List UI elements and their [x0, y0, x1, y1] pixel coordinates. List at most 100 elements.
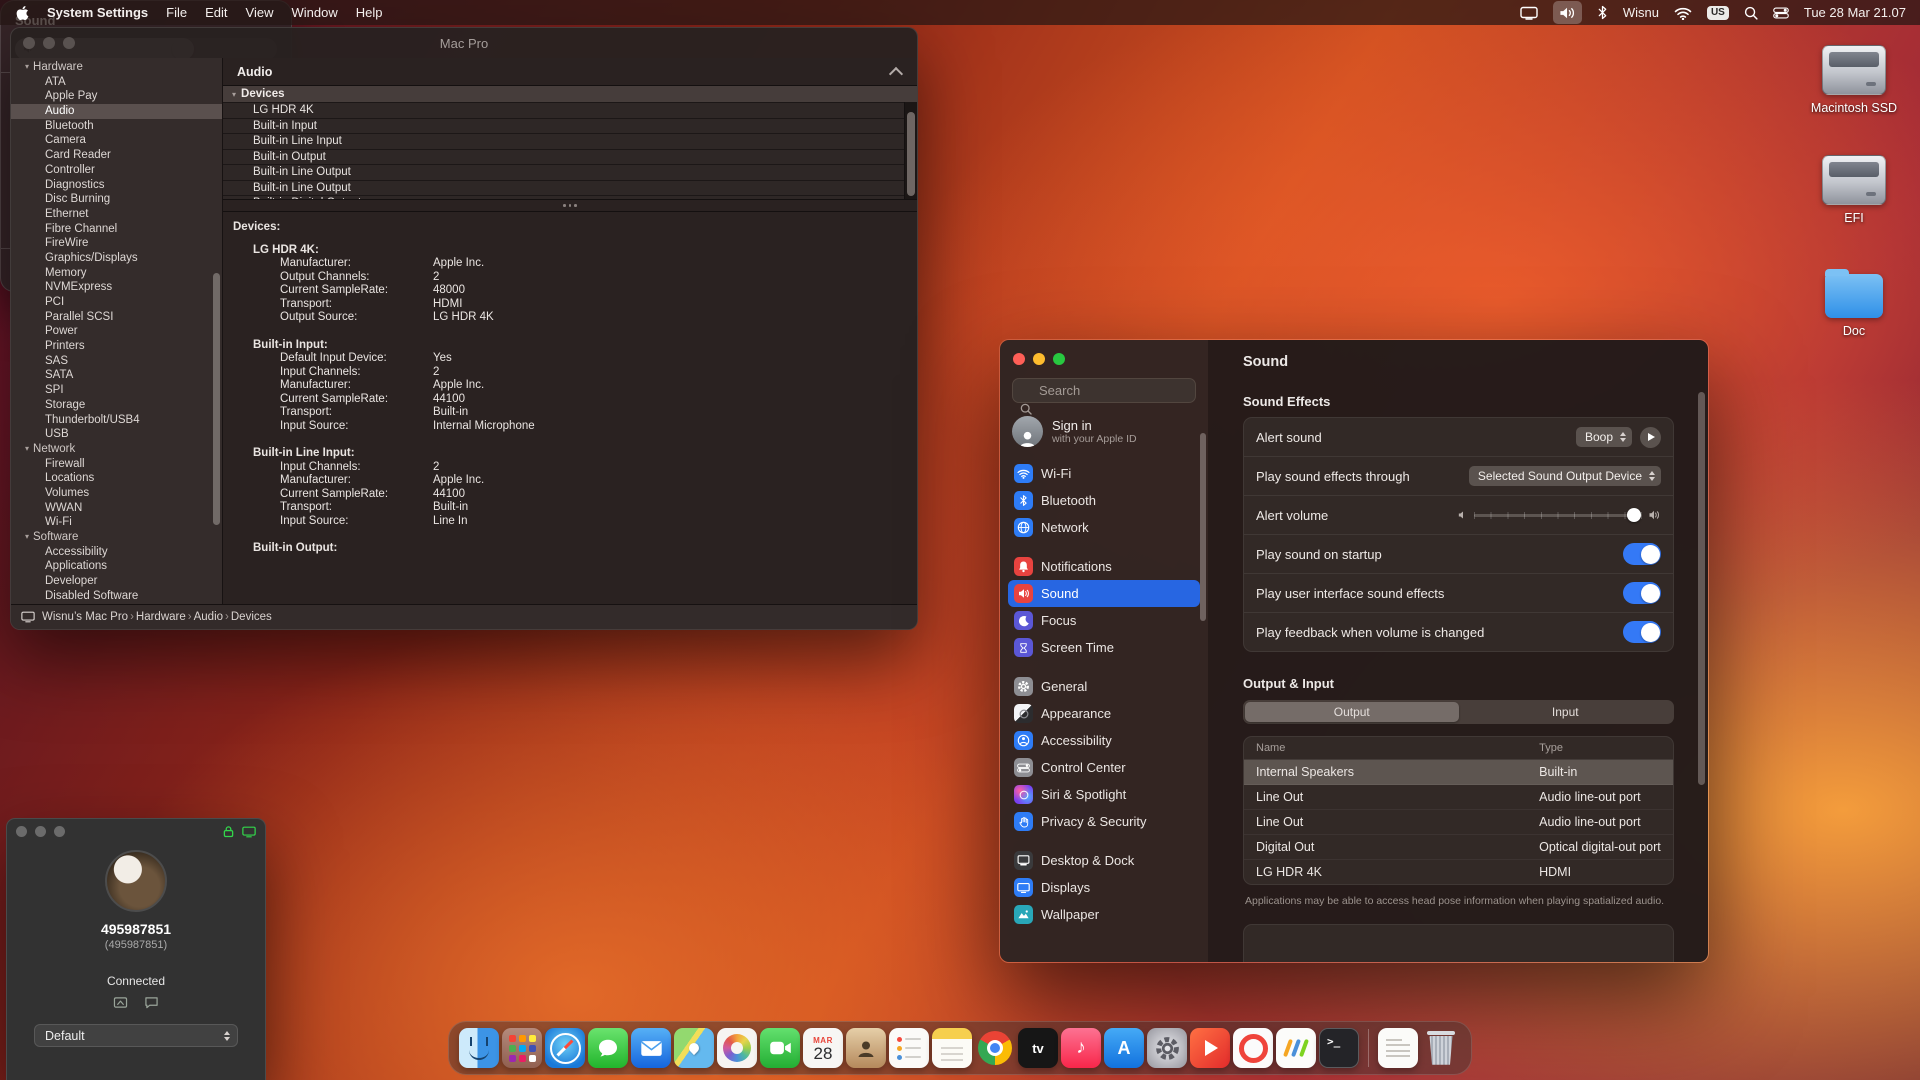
sidebar-item-developer[interactable]: Developer	[11, 574, 222, 589]
menu-bar-clock[interactable]: Tue 28 Mar 21.07	[1804, 5, 1906, 20]
sidebar-item-ata[interactable]: ATA	[11, 75, 222, 90]
dock-launchpad-icon[interactable]	[502, 1028, 542, 1068]
table-row[interactable]: Line OutAudio line-out port	[1244, 810, 1673, 835]
sidebar-item-usb[interactable]: USB	[11, 427, 222, 442]
search-input[interactable]	[1012, 378, 1196, 403]
dock-textedit-icon[interactable]	[1378, 1028, 1418, 1068]
sidebar-item-wwan[interactable]: WWAN	[11, 501, 222, 516]
sidebar-item-thunderbolt-usb4[interactable]: Thunderbolt/USB4	[11, 413, 222, 428]
dock-anydesk-icon[interactable]	[1233, 1028, 1273, 1068]
close-button[interactable]	[16, 826, 27, 837]
devices-scrollbar-thumb[interactable]	[907, 112, 915, 196]
sidebar-item-spi[interactable]: SPI	[11, 383, 222, 398]
menu-file[interactable]: File	[166, 5, 187, 20]
sidebar-item-disabled-software[interactable]: Disabled Software	[11, 589, 222, 604]
sidebar-item-controller[interactable]: Controller	[11, 163, 222, 178]
sidebar-item-volumes[interactable]: Volumes	[11, 486, 222, 501]
sidebar-item-sata[interactable]: SATA	[11, 368, 222, 383]
sidebar-item-bluetooth[interactable]: Bluetooth	[1008, 487, 1200, 514]
table-row[interactable]: Line OutAudio line-out port	[1244, 785, 1673, 810]
screen-mirroring-icon[interactable]	[1520, 3, 1538, 22]
alert-volume-knob[interactable]	[1627, 508, 1641, 522]
sidebar-item-apple-pay[interactable]: Apple Pay	[11, 89, 222, 104]
sidebar-scrollbar[interactable]	[1200, 433, 1206, 621]
sidebar-section-software[interactable]: ▾Software	[11, 530, 222, 545]
sidebar-item-wi-fi[interactable]: Wi-Fi	[11, 515, 222, 530]
menu-window[interactable]: Window	[291, 5, 337, 20]
active-app-name[interactable]: System Settings	[47, 5, 148, 20]
sidebar-item-audio[interactable]: Audio	[11, 104, 222, 119]
dock-mail-icon[interactable]	[631, 1028, 671, 1068]
sidebar-item-desktop-dock[interactable]: Desktop & Dock	[1008, 847, 1200, 874]
sidebar-item-notifications[interactable]: Notifications	[1008, 553, 1200, 580]
dock-terminal-icon[interactable]: >_	[1319, 1028, 1359, 1068]
user-menu[interactable]: Wisnu	[1623, 5, 1659, 20]
devices-scrollbar-track[interactable]	[904, 102, 917, 199]
sidebar-item-parallel-scsi[interactable]: Parallel SCSI	[11, 310, 222, 325]
zoom-button[interactable]	[54, 826, 65, 837]
sidebar-item-diagnostics[interactable]: Diagnostics	[11, 178, 222, 193]
sidebar-item-firewall[interactable]: Firewall	[11, 457, 222, 472]
splitter-grip[interactable]	[223, 200, 917, 212]
dock-safari-icon[interactable]	[545, 1028, 585, 1068]
screenshot-icon[interactable]	[113, 996, 128, 1009]
menu-edit[interactable]: Edit	[205, 5, 227, 20]
sidebar-scrollbar[interactable]	[213, 273, 220, 525]
remote-display-icon[interactable]	[242, 826, 256, 838]
sidebar-item-wi-fi[interactable]: Wi-Fi	[1008, 460, 1200, 487]
input-source-menu[interactable]: US	[1707, 6, 1729, 20]
breadcrumb-item[interactable]: Audio	[194, 611, 223, 623]
profile-select[interactable]: Default	[34, 1024, 238, 1047]
device-row[interactable]: Built-in Line Output	[223, 181, 917, 197]
toggle-play-user-interface-sound-effects[interactable]	[1623, 582, 1661, 604]
dock-finder-icon[interactable]	[459, 1028, 499, 1068]
window-titlebar[interactable]: Mac Pro	[11, 28, 917, 58]
sidebar-item-appearance[interactable]: Appearance	[1008, 700, 1200, 727]
sidebar-section-network[interactable]: ▾Network	[11, 442, 222, 457]
sidebar-item-general[interactable]: General	[1008, 673, 1200, 700]
dock-messages-icon[interactable]	[588, 1028, 628, 1068]
apple-id-signin[interactable]: Sign in with your Apple ID	[1012, 416, 1196, 447]
play-alert-sound-button[interactable]	[1640, 427, 1661, 448]
table-row[interactable]: Digital OutOptical digital-out port	[1244, 835, 1673, 860]
minimize-button[interactable]	[1033, 353, 1045, 365]
sidebar-item-nvmexpress[interactable]: NVMExpress	[11, 280, 222, 295]
dock-tv-icon[interactable]: tv	[1018, 1028, 1058, 1068]
table-row[interactable]: Internal SpeakersBuilt-in	[1244, 760, 1673, 785]
device-row[interactable]: Built-in Digital Output	[223, 196, 917, 200]
sidebar-item-sound[interactable]: Sound	[1008, 580, 1200, 607]
desktop-icon-macintosh-ssd[interactable]: Macintosh SSD	[1798, 45, 1910, 115]
breadcrumb-item[interactable]: Devices	[231, 611, 272, 623]
device-row[interactable]: Built-in Line Input	[223, 134, 917, 150]
control-center-icon[interactable]	[1773, 3, 1789, 22]
menu-help[interactable]: Help	[356, 5, 383, 20]
collapse-chevron-icon[interactable]	[889, 66, 903, 80]
breadcrumb-item[interactable]: Wisnu’s Mac Pro	[42, 611, 128, 623]
zoom-button[interactable]	[1053, 353, 1065, 365]
wifi-icon[interactable]	[1674, 3, 1692, 22]
sidebar-item-privacy-security[interactable]: Privacy & Security	[1008, 808, 1200, 835]
sidebar-item-displays[interactable]: Displays	[1008, 874, 1200, 901]
play-through-dropdown[interactable]: Selected Sound Output Device	[1469, 466, 1661, 486]
sidebar-item-pci[interactable]: PCI	[11, 295, 222, 310]
sidebar-section-hardware[interactable]: ▾Hardware	[11, 60, 222, 75]
menu-view[interactable]: View	[246, 5, 274, 20]
device-row[interactable]: Built-in Line Output	[223, 165, 917, 181]
tab-output[interactable]: Output	[1245, 702, 1459, 722]
table-row[interactable]: LG HDR 4KHDMI	[1244, 860, 1673, 884]
alert-volume-slider[interactable]	[1458, 508, 1661, 522]
sidebar-item-siri-spotlight[interactable]: Siri & Spotlight	[1008, 781, 1200, 808]
dock-reminders-icon[interactable]	[889, 1028, 929, 1068]
sidebar-item-storage[interactable]: Storage	[11, 398, 222, 413]
dock-contacts-icon[interactable]	[846, 1028, 886, 1068]
dock-facetime-icon[interactable]	[760, 1028, 800, 1068]
main-scrollbar[interactable]	[1698, 392, 1705, 785]
dock-app-store-icon[interactable]: A	[1104, 1028, 1144, 1068]
sidebar-item-network[interactable]: Network	[1008, 514, 1200, 541]
dock-maps-icon[interactable]	[674, 1028, 714, 1068]
device-row[interactable]: LG HDR 4K	[223, 103, 917, 119]
dock-freeform-icon[interactable]	[1276, 1028, 1316, 1068]
secure-connection-icon[interactable]	[223, 825, 234, 838]
sidebar-item-ethernet[interactable]: Ethernet	[11, 207, 222, 222]
dock-calendar-icon[interactable]: MAR28	[803, 1028, 843, 1068]
